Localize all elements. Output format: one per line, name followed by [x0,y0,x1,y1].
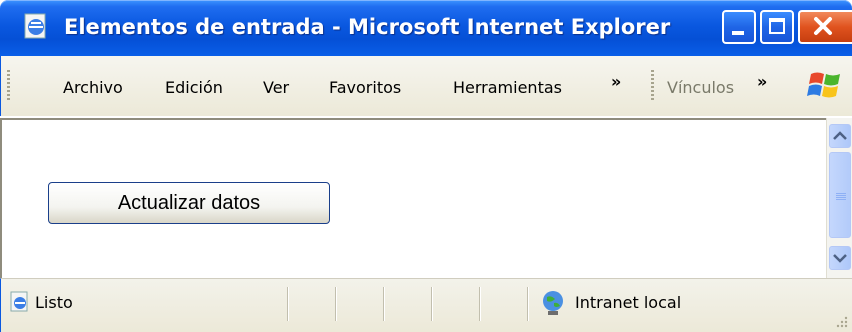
vertical-scrollbar[interactable] [826,118,852,278]
menu-edicion[interactable]: Edición [165,78,223,97]
status-separator [287,287,288,321]
status-separator [335,287,336,321]
links-label[interactable]: Vínculos [667,78,734,97]
ie-page-icon [10,291,28,312]
scroll-down-button[interactable] [829,246,851,270]
status-bar: Listo Intranet local [0,278,852,332]
resize-grip-icon[interactable] [834,314,848,328]
update-data-button[interactable]: Actualizar datos [48,182,330,224]
status-separator [479,287,480,321]
ie-page-icon [24,13,46,39]
title-bar[interactable]: Elementos de entrada - Microsoft Interne… [0,0,852,56]
toolbar-grip[interactable] [7,70,10,102]
security-zone-label: Intranet local [575,293,682,312]
status-separator [431,287,432,321]
chevron-up-icon [833,131,847,140]
menu-archivo[interactable]: Archivo [63,78,123,97]
menu-herramientas[interactable]: Herramientas [453,78,562,97]
scroll-thumb-grip [836,193,846,194]
links-grip[interactable] [651,70,654,102]
status-separator [383,287,384,321]
scroll-up-button[interactable] [829,124,851,148]
menu-bar: Archivo Edición Ver Favoritos Herramient… [0,56,852,116]
menu-ver[interactable]: Ver [263,78,289,97]
status-text: Listo [35,293,73,312]
intranet-globe-icon [543,291,563,315]
minimize-button[interactable] [722,10,756,44]
links-overflow-button[interactable]: » [757,72,767,91]
close-button[interactable] [798,10,852,44]
windows-logo-icon [807,72,840,98]
status-separator [527,287,528,321]
window-title: Elementos de entrada - Microsoft Interne… [64,15,671,39]
menu-overflow-button[interactable]: » [611,72,621,91]
maximize-button[interactable] [760,10,794,44]
browser-window: Elementos de entrada - Microsoft Interne… [0,0,852,332]
menu-favoritos[interactable]: Favoritos [329,78,401,97]
chevron-down-icon [833,254,847,263]
close-icon [814,17,832,35]
scroll-thumb[interactable] [829,152,851,238]
page-content: Actualizar datos [0,118,826,278]
